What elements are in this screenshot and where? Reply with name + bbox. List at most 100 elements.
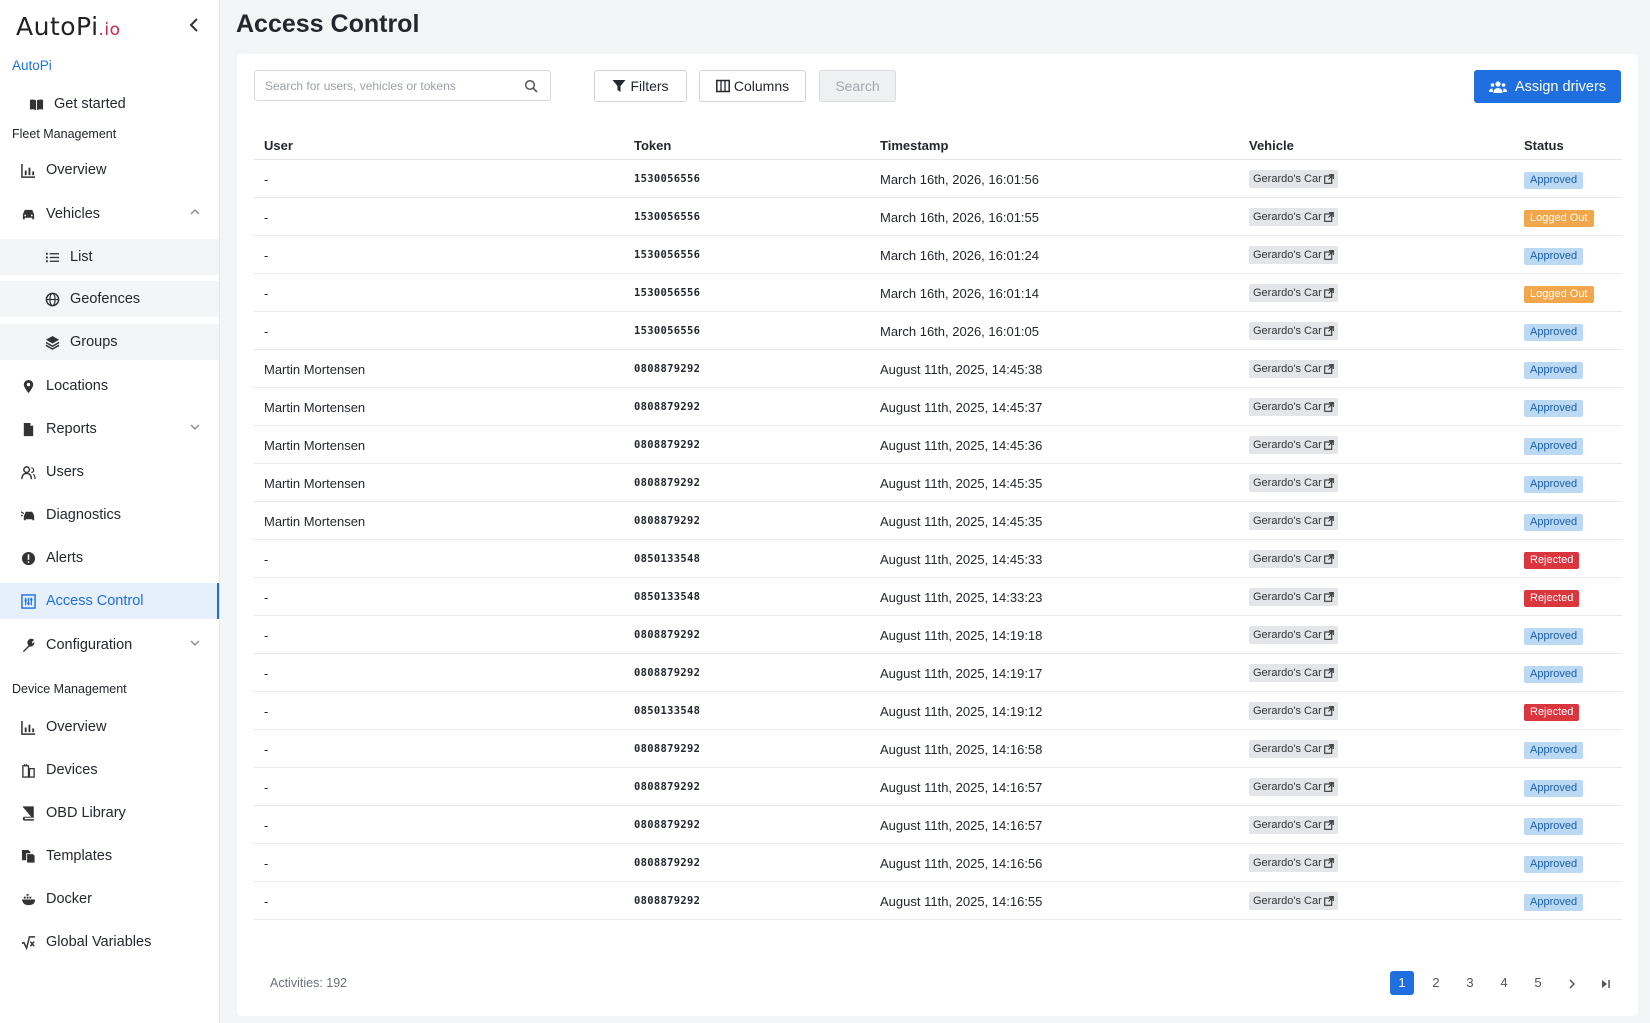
table-row[interactable]: - 1530056556 March 16th, 2026, 16:01:05 Ger…: [254, 312, 1622, 350]
table-row[interactable]: - 0808879292 August 11th, 2025, 14:19:18 Ge…: [254, 616, 1622, 654]
external-link-icon: [1323, 326, 1334, 336]
vehicle-link[interactable]: Gerardo's Car: [1249, 436, 1338, 454]
table-row[interactable]: - 1530056556 March 16th, 2026, 16:01:14 Ger…: [254, 274, 1622, 312]
table-row[interactable]: - 0808879292 August 11th, 2025, 14:16:58 Ge…: [254, 730, 1622, 768]
status-badge: Approved: [1524, 324, 1584, 341]
table-row[interactable]: - 1530056556 March 16th, 2026, 16:01:24 Ger…: [254, 236, 1622, 274]
vehicle-link[interactable]: Gerardo's Car: [1249, 892, 1338, 910]
nav-device-overview[interactable]: Overview: [0, 709, 219, 745]
vehicle-link[interactable]: Gerardo's Car: [1249, 208, 1338, 226]
cell-status: Approved: [1524, 893, 1584, 911]
search-button[interactable]: Search: [819, 70, 896, 102]
nav-get-started[interactable]: Get started: [0, 86, 219, 122]
nav-vehicles[interactable]: Vehicles: [0, 196, 219, 232]
table-row[interactable]: - 0850133548 August 11th, 2025, 14:19:12 Ge…: [254, 692, 1622, 730]
vehicle-link[interactable]: Gerardo's Car: [1249, 398, 1338, 416]
cell-timestamp: August 11th, 2025, 14:45:37: [880, 400, 1043, 415]
nav-obd-library[interactable]: OBD Library: [0, 795, 219, 831]
page-buttons: 12345: [1380, 971, 1550, 995]
vehicle-link[interactable]: Gerardo's Car: [1249, 246, 1338, 264]
cell-user: -: [264, 894, 269, 909]
vehicle-link[interactable]: Gerardo's Car: [1249, 322, 1338, 340]
columns-button[interactable]: Columns: [699, 70, 806, 102]
page-button-2[interactable]: 2: [1424, 971, 1448, 995]
vehicle-link[interactable]: Gerardo's Car: [1249, 702, 1338, 720]
header-status[interactable]: Status: [1524, 138, 1564, 153]
vehicle-link[interactable]: Gerardo's Car: [1249, 740, 1338, 758]
cell-timestamp: August 11th, 2025, 14:16:55: [880, 894, 1043, 909]
nav-vehicles-list[interactable]: List: [0, 239, 219, 275]
autopi-logo[interactable]: AutoPi.io: [16, 12, 121, 41]
nav-label: Devices: [46, 762, 98, 778]
nav-templates[interactable]: Templates: [0, 838, 219, 874]
search-input[interactable]: [265, 71, 515, 100]
table-row[interactable]: - 1530056556 March 16th, 2026, 16:01:56 Ger…: [254, 160, 1622, 198]
vehicle-link[interactable]: Gerardo's Car: [1249, 550, 1338, 568]
header-token[interactable]: Token: [634, 138, 671, 153]
table-row[interactable]: - 1530056556 March 16th, 2026, 16:01:55 Ger…: [254, 198, 1622, 236]
vehicle-link[interactable]: Gerardo's Car: [1249, 778, 1338, 796]
nav-diagnostics[interactable]: Diagnostics: [0, 497, 219, 533]
chevron-right-icon: [1569, 979, 1576, 989]
status-badge: Approved: [1524, 172, 1584, 189]
nav-locations[interactable]: Locations: [0, 368, 219, 404]
table-row[interactable]: - 0808879292 August 11th, 2025, 14:16:56 Ge…: [254, 844, 1622, 882]
nav-global-variables[interactable]: Global Variables: [0, 924, 219, 960]
vehicle-link[interactable]: Gerardo's Car: [1249, 854, 1338, 872]
header-vehicle[interactable]: Vehicle: [1249, 138, 1294, 153]
vehicle-link[interactable]: Gerardo's Car: [1249, 170, 1338, 188]
cell-token: 1530056556: [634, 211, 701, 223]
table-row[interactable]: Martin Mortensen 0808879292 August 11th, 2…: [254, 464, 1622, 502]
nav-configuration[interactable]: Configuration: [0, 627, 219, 663]
page-button-5[interactable]: 5: [1526, 971, 1550, 995]
vehicle-name: Gerardo's Car: [1253, 857, 1322, 869]
table-row[interactable]: Martin Mortensen 0808879292 August 11th, 2…: [254, 426, 1622, 464]
cell-status: Approved: [1524, 171, 1584, 189]
docker-icon: [20, 891, 36, 907]
nav-alerts[interactable]: Alerts: [0, 540, 219, 576]
table-row[interactable]: - 0808879292 August 11th, 2025, 14:19:17 Ge…: [254, 654, 1622, 692]
table-row[interactable]: - 0808879292 August 11th, 2025, 14:16:57 Ge…: [254, 806, 1622, 844]
vehicle-link[interactable]: Gerardo's Car: [1249, 512, 1338, 530]
table-row[interactable]: - 0850133548 August 11th, 2025, 14:33:23 Ge…: [254, 578, 1622, 616]
filters-button[interactable]: Filters: [594, 70, 687, 102]
page-button-1[interactable]: 1: [1390, 971, 1414, 995]
header-timestamp[interactable]: Timestamp: [880, 138, 948, 153]
table-row[interactable]: Martin Mortensen 0808879292 August 11th, 2…: [254, 350, 1622, 388]
org-link[interactable]: AutoPi: [12, 58, 52, 73]
nav-vehicles-geofences[interactable]: Geofences: [0, 281, 219, 317]
nav-fleet-overview[interactable]: Overview: [0, 152, 219, 188]
last-page-button[interactable]: [1594, 971, 1618, 995]
nav-devices[interactable]: Devices: [0, 752, 219, 788]
table-row[interactable]: - 0808879292 August 11th, 2025, 14:16:55 Ge…: [254, 882, 1622, 920]
table-row[interactable]: - 0808879292 August 11th, 2025, 14:16:57 Ge…: [254, 768, 1622, 806]
vehicle-link[interactable]: Gerardo's Car: [1249, 588, 1338, 606]
collapse-sidebar-button[interactable]: [182, 14, 206, 38]
table-row[interactable]: Martin Mortensen 0808879292 August 11th, 2…: [254, 502, 1622, 540]
vehicle-link[interactable]: Gerardo's Car: [1249, 360, 1338, 378]
nav-reports[interactable]: Reports: [0, 411, 219, 447]
search-field[interactable]: [254, 70, 551, 101]
nav-docker[interactable]: Docker: [0, 881, 219, 917]
columns-label: Columns: [733, 78, 790, 94]
header-user[interactable]: User: [264, 138, 293, 153]
vehicle-link[interactable]: Gerardo's Car: [1249, 626, 1338, 644]
vehicle-name: Gerardo's Car: [1253, 895, 1322, 907]
cell-status: Rejected: [1524, 703, 1580, 721]
cell-timestamp: March 16th, 2026, 16:01:14: [880, 286, 1040, 301]
cell-token: 0808879292: [634, 667, 701, 679]
vehicle-link[interactable]: Gerardo's Car: [1249, 474, 1338, 492]
vehicle-link[interactable]: Gerardo's Car: [1249, 816, 1338, 834]
next-page-button[interactable]: [1560, 971, 1584, 995]
table-row[interactable]: Martin Mortensen 0808879292 August 11th, 2…: [254, 388, 1622, 426]
nav-vehicles-groups[interactable]: Groups: [0, 324, 219, 360]
table-row[interactable]: - 0850133548 August 11th, 2025, 14:45:33 Ge…: [254, 540, 1622, 578]
page-button-4[interactable]: 4: [1492, 971, 1516, 995]
assign-drivers-button[interactable]: Assign drivers: [1474, 70, 1621, 103]
vehicle-link[interactable]: Gerardo's Car: [1249, 664, 1338, 682]
page-button-3[interactable]: 3: [1458, 971, 1482, 995]
nav-access-control[interactable]: Access Control: [0, 583, 219, 619]
nav-users[interactable]: Users: [0, 454, 219, 490]
cell-token: 0808879292: [634, 439, 701, 451]
vehicle-link[interactable]: Gerardo's Car: [1249, 284, 1338, 302]
